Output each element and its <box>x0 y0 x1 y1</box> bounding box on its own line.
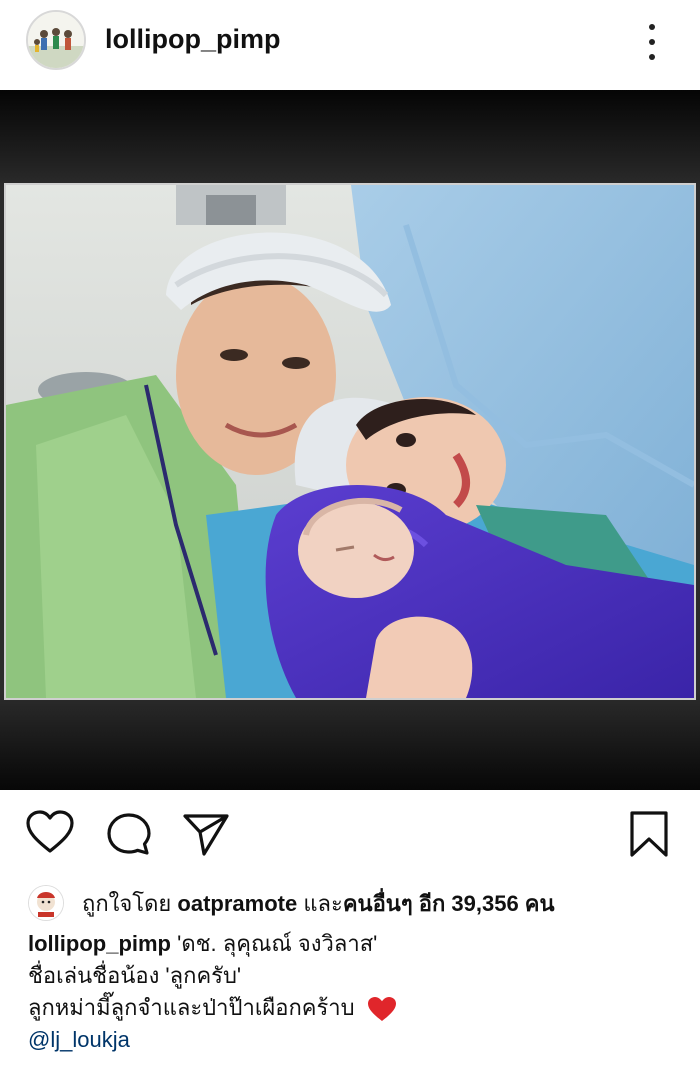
liker-avatar[interactable] <box>28 885 64 921</box>
comment-icon[interactable] <box>106 812 152 856</box>
profile-avatar[interactable] <box>26 10 86 70</box>
send-icon[interactable] <box>182 812 230 856</box>
likes-summary[interactable]: ถูกใจโดย oatpramote และคนอื่นๆ อีก 39,35… <box>28 883 555 923</box>
likes-text: ถูกใจโดย oatpramote และคนอื่นๆ อีก 39,35… <box>82 886 555 921</box>
hospital-photo <box>4 183 696 700</box>
caption-line-1: lollipop_pimp 'ดช. ลุคุณณ์ จงวิลาส' <box>28 928 678 960</box>
mention-link[interactable]: @lj_loukja <box>28 1024 678 1056</box>
post-image[interactable] <box>0 90 700 790</box>
post-header: lollipop_pimp <box>0 0 700 90</box>
more-vertical-icon[interactable] <box>640 22 664 62</box>
caption-text-3: ลูกหม่ามี๊ลูกจำและป่าป๊าเผือกคร้าบ <box>28 995 355 1020</box>
likes-prefix: ถูกใจโดย <box>82 890 172 916</box>
bookmark-icon[interactable] <box>628 810 670 858</box>
caption-username[interactable]: lollipop_pimp <box>28 931 171 956</box>
likes-middle: และ <box>303 890 343 916</box>
heart-outline-icon[interactable] <box>26 810 74 854</box>
likes-others-link[interactable]: คนอื่นๆ อีก 39,356 คน <box>343 891 555 916</box>
post-username[interactable]: lollipop_pimp <box>105 24 281 55</box>
post-caption: lollipop_pimp 'ดช. ลุคุณณ์ จงวิลาส' ชื่อ… <box>28 928 678 1056</box>
liker-username[interactable]: oatpramote <box>177 891 297 916</box>
caption-text-1: 'ดช. ลุคุณณ์ จงวิลาส' <box>177 931 378 956</box>
action-bar <box>0 800 700 870</box>
caption-line-2: ชื่อเล่นชื่อน้อง 'ลูกครับ' <box>28 963 242 988</box>
caption-line-3: ลูกหม่ามี๊ลูกจำและป่าป๊าเผือกคร้าบ <box>28 992 678 1024</box>
red-heart-icon <box>367 997 396 1022</box>
